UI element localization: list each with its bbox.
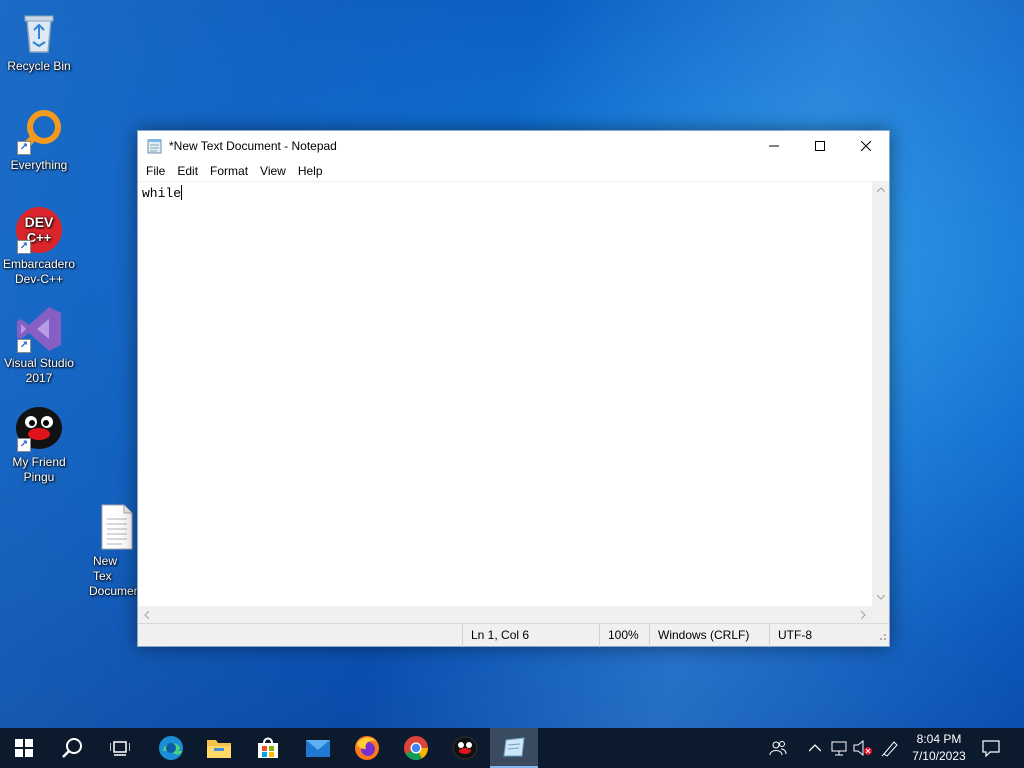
menu-file[interactable]: File: [140, 164, 171, 178]
menu-bar: File Edit Format View Help: [138, 161, 889, 181]
title-bar[interactable]: *New Text Document - Notepad: [138, 131, 889, 161]
taskbar-clock[interactable]: 8:04 PM 7/10/2023: [906, 731, 972, 765]
edge-icon: [159, 736, 183, 760]
menu-edit[interactable]: Edit: [171, 164, 204, 178]
visual-studio-icon: ↗: [15, 305, 63, 353]
status-zoom: 100%: [599, 624, 649, 647]
volume-muted-icon[interactable]: [853, 738, 873, 758]
show-hidden-icons-button[interactable]: [805, 738, 825, 758]
desktop-icon-visual-studio[interactable]: ↗ Visual Studio 2017: [1, 305, 77, 386]
desktop-icon-label: Embarcadero: [2, 257, 76, 271]
scroll-up-button[interactable]: [872, 181, 889, 198]
shortcut-arrow-icon: ↗: [17, 438, 31, 452]
shortcut-arrow-icon: ↗: [17, 141, 31, 155]
taskbar-mail[interactable]: [294, 728, 342, 768]
chevron-right-icon: [861, 610, 866, 619]
chrome-icon: [404, 736, 428, 761]
scrollbar-corner: [872, 606, 889, 623]
menu-help[interactable]: Help: [292, 164, 329, 178]
task-view-button[interactable]: [96, 728, 144, 768]
window-title: *New Text Document - Notepad: [169, 139, 337, 153]
taskbar-edge[interactable]: [147, 728, 195, 768]
desktop-icon-label: New Tex: [93, 554, 118, 583]
maximize-icon: [815, 141, 825, 151]
text-document-icon: [92, 503, 138, 551]
desktop-icon-pingu[interactable]: ↗ My Friend Pingu: [1, 404, 77, 485]
desktop-icon-label: Recycle Bin: [7, 59, 71, 73]
start-button[interactable]: [0, 728, 48, 768]
network-icon[interactable]: [829, 738, 849, 758]
text-caret: [181, 185, 183, 200]
menu-format[interactable]: Format: [204, 164, 254, 178]
chevron-up-icon: [876, 187, 885, 192]
start-icon: [15, 739, 33, 757]
desktop-icon-label: Documen: [89, 584, 138, 598]
taskbar-file-explorer[interactable]: [195, 728, 243, 768]
status-encoding: UTF-8: [769, 624, 869, 647]
desktop-icon-dev-cpp[interactable]: DEV C++ ↗ Embarcadero Dev-C++: [1, 206, 77, 287]
scroll-down-button[interactable]: [872, 589, 889, 606]
notepad-icon: [503, 737, 525, 757]
chevron-up-icon: [809, 744, 821, 752]
people-icon[interactable]: [768, 738, 788, 758]
notepad-window[interactable]: *New Text Document - Notepad File Edit F…: [137, 130, 890, 647]
desktop-icon-label: Dev-C++: [14, 272, 64, 286]
chevron-down-icon: [876, 595, 885, 600]
notepad-icon: [147, 138, 163, 154]
close-icon: [861, 141, 871, 151]
desktop-icon-label: My Friend: [12, 455, 66, 469]
taskbar-notepad[interactable]: [490, 728, 538, 768]
menu-view[interactable]: View: [254, 164, 292, 178]
recycle-bin-icon: [15, 8, 63, 56]
horizontal-scrollbar[interactable]: [138, 606, 872, 623]
file-explorer-icon: [207, 740, 231, 758]
pingu-icon: [452, 736, 478, 760]
status-line-ending: Windows (CRLF): [649, 624, 769, 647]
text-editor[interactable]: while: [138, 181, 872, 606]
vertical-scrollbar[interactable]: [872, 181, 889, 606]
taskbar-firefox[interactable]: [343, 728, 391, 768]
everything-search-icon: ↗: [15, 107, 63, 155]
shortcut-arrow-icon: ↗: [17, 240, 31, 254]
dev-badge-line1: DEV: [25, 214, 54, 230]
taskbar-store[interactable]: [244, 728, 292, 768]
taskbar-pingu[interactable]: [441, 728, 489, 768]
minimize-icon: [769, 145, 779, 147]
task-view-icon: [110, 741, 130, 756]
firefox-icon: [355, 736, 379, 760]
maximize-button[interactable]: [797, 131, 843, 161]
minimize-button[interactable]: [751, 131, 797, 161]
desktop-icon-label: Pingu: [23, 470, 55, 484]
pen-icon[interactable]: [880, 738, 900, 758]
scroll-right-button[interactable]: [855, 606, 872, 623]
desktop-icon-everything[interactable]: ↗ Everything: [1, 107, 77, 173]
desktop-icon-label: 2017: [25, 371, 53, 385]
dev-cpp-icon: DEV C++ ↗: [15, 206, 63, 254]
clock-time: 8:04 PM: [916, 732, 962, 746]
chevron-left-icon: [144, 610, 149, 619]
status-bar: Ln 1, Col 6 100% Windows (CRLF) UTF-8: [138, 623, 889, 647]
status-position: Ln 1, Col 6: [462, 624, 598, 647]
editor-content: while: [142, 186, 182, 201]
shortcut-arrow-icon: ↗: [17, 339, 31, 353]
search-icon: [62, 738, 82, 758]
scroll-left-button[interactable]: [138, 606, 155, 623]
desktop-icon-label: Everything: [10, 158, 68, 172]
notification-center-icon[interactable]: [981, 738, 1001, 758]
pingu-icon: ↗: [15, 404, 63, 452]
taskbar: 8:04 PM 7/10/2023: [0, 728, 1024, 768]
desktop-icon-label: Visual Studio: [4, 356, 74, 370]
desktop-icon-recycle-bin[interactable]: Recycle Bin: [1, 8, 77, 74]
close-button[interactable]: [843, 131, 889, 161]
resize-grip-icon[interactable]: [877, 630, 887, 644]
store-icon: [258, 737, 278, 758]
desktop-icon-new-text-document[interactable]: New Tex Documen: [78, 503, 138, 599]
clock-date: 7/10/2023: [912, 749, 966, 763]
search-button[interactable]: [48, 728, 96, 768]
mail-icon: [306, 740, 330, 757]
taskbar-chrome[interactable]: [392, 728, 440, 768]
